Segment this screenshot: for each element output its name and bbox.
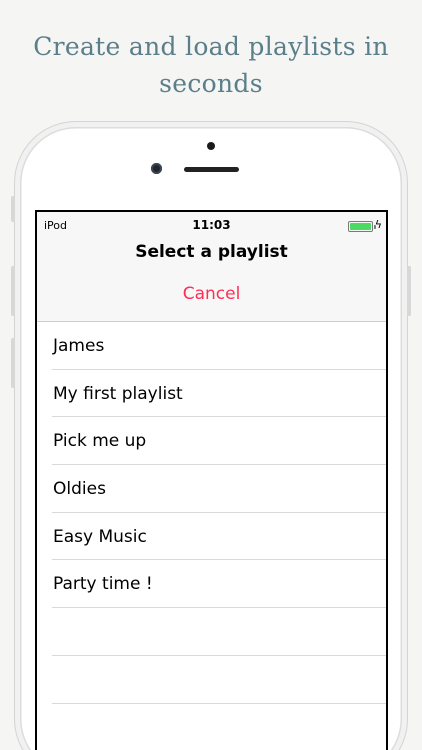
playlist-row-my-first-playlist[interactable]: My first playlist <box>37 370 386 418</box>
playlist-label: My first playlist <box>53 383 183 404</box>
playlist-label: Easy Music <box>53 526 147 547</box>
playlist-row-oldies[interactable]: Oldies <box>37 465 386 513</box>
phone-power-button <box>407 266 411 316</box>
front-camera <box>151 163 162 174</box>
playlist-label: Party time ! <box>53 574 153 595</box>
empty-row <box>37 704 386 750</box>
playlist-label: Oldies <box>53 479 106 500</box>
status-bar: iPod 11:03 ϟ <box>37 212 386 238</box>
status-time: 11:03 <box>192 218 231 232</box>
phone-volume-up-button <box>11 266 15 316</box>
playlist-label: Pick me up <box>53 431 147 452</box>
phone-screen: iPod 11:03 ϟ Select a playlist Cancel Ja… <box>35 210 388 750</box>
sheet-title: Select a playlist <box>135 242 288 262</box>
cancel-button[interactable]: Cancel <box>37 284 386 304</box>
empty-row <box>37 656 386 704</box>
promo-headline-line-1: Create and load playlists in <box>33 32 389 61</box>
proximity-sensor <box>207 142 215 150</box>
playlist-row-easy-music[interactable]: Easy Music <box>37 513 386 561</box>
phone-volume-down-button <box>11 338 15 388</box>
playlist-row-pick-me-up[interactable]: Pick me up <box>37 417 386 465</box>
playlist-row-party-time[interactable]: Party time ! <box>37 560 386 608</box>
promo-headline: Create and load playlists in seconds <box>0 28 422 102</box>
empty-row <box>37 608 386 656</box>
battery-icon <box>348 221 376 232</box>
playlist-label: James <box>53 336 105 356</box>
battery-level <box>350 223 371 230</box>
playlist-list: James My first playlist Pick me up Oldie… <box>37 322 386 750</box>
phone-mute-switch <box>11 196 15 222</box>
playlist-row-james[interactable]: James <box>37 322 386 370</box>
earpiece-speaker <box>184 167 239 172</box>
promo-headline-line-2: seconds <box>159 69 263 98</box>
screen-content: iPod 11:03 ϟ Select a playlist Cancel Ja… <box>37 212 386 750</box>
navigation-header: iPod 11:03 ϟ Select a playlist Cancel <box>37 212 386 322</box>
bolt-icon: ϟ <box>374 218 382 231</box>
